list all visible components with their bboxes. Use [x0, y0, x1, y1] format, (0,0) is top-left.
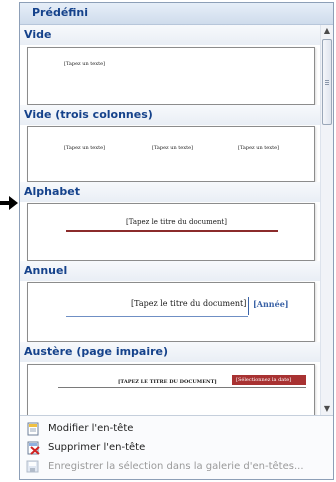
menu-item-label: Supprimer l'en-tête: [48, 442, 146, 453]
header-option-annuel[interactable]: [Tapez le titre du document] [Année]: [27, 282, 315, 342]
scroll-down-icon[interactable]: ▼: [321, 403, 333, 415]
year-divider: [248, 297, 249, 315]
placeholder-text: [Tapez un texte]: [64, 61, 105, 67]
save-selection-to-gallery-item[interactable]: Enregistrer la sélection dans la galerie…: [20, 458, 333, 477]
gallery-section-header: Prédéfini: [20, 3, 333, 25]
category-label: Vide: [24, 28, 52, 41]
date-block: [Sélectionnez la date]: [232, 375, 306, 385]
placeholder-text-right: [Tapez un texte]: [238, 145, 279, 151]
header-gallery-dropdown: Prédéfini Vide [Tapez un texte] Vide (tr…: [19, 2, 334, 480]
scroll-grip-line: [325, 82, 329, 83]
header-option-alphabet[interactable]: [Tapez le titre du document]: [27, 203, 315, 261]
scroll-grip-line: [325, 80, 329, 81]
placeholder-year: [Année]: [253, 299, 289, 309]
title-rule: [66, 230, 278, 232]
category-label: Austère (page impaire): [24, 345, 169, 358]
placeholder-title: [Tapez le titre du document]: [131, 299, 247, 308]
menu-item-label: Modifier l'en-tête: [48, 423, 134, 434]
edit-header-item[interactable]: Modifier l'en-tête: [20, 420, 333, 439]
category-label: Annuel: [24, 264, 68, 277]
header-option-vide-trois-colonnes[interactable]: [Tapez un texte] [Tapez un texte] [Tapez…: [27, 126, 315, 182]
title-rule: [58, 387, 306, 388]
save-to-gallery-icon: [26, 460, 39, 473]
placeholder-text-left: [Tapez un texte]: [64, 145, 105, 151]
placeholder-title: [Tapez le titre du document]: [126, 218, 227, 226]
header-option-austere-page-impaire[interactable]: [TAPEZ LE TITRE DU DOCUMENT] [Sélectionn…: [27, 364, 315, 415]
menu-item-label: Enregistrer la sélection dans la galerie…: [48, 461, 304, 472]
header-options-menu: Modifier l'en-tête Supprimer l'en-tête E…: [20, 415, 333, 479]
category-label: Vide (trois colonnes): [24, 108, 153, 121]
placeholder-text-center: [Tapez un texte]: [152, 145, 193, 151]
scroll-up-icon[interactable]: ▲: [321, 25, 333, 37]
scroll-thumb[interactable]: [322, 39, 332, 125]
placeholder-date: [Sélectionnez la date]: [236, 377, 292, 383]
gallery-scrollbar[interactable]: ▲ ▼: [320, 25, 333, 415]
category-label: Alphabet: [24, 185, 81, 198]
title-rule: [66, 316, 248, 317]
category-annuel: Annuel: [20, 261, 320, 281]
category-vide: Vide: [20, 25, 320, 45]
pointer-arrow-icon: [0, 196, 18, 210]
remove-header-icon: [27, 441, 40, 455]
header-gallery: Vide [Tapez un texte] Vide (trois colonn…: [20, 25, 320, 415]
scroll-grip-line: [325, 84, 329, 85]
category-austere-page-impaire: Austère (page impaire): [20, 342, 320, 362]
header-option-vide[interactable]: [Tapez un texte]: [27, 47, 315, 105]
document-edge: [0, 0, 20, 482]
edit-header-icon: [27, 422, 39, 436]
gallery-section-title: Prédéfini: [32, 6, 89, 19]
category-alphabet: Alphabet: [20, 182, 320, 202]
category-vide-trois-colonnes: Vide (trois colonnes): [20, 105, 320, 125]
placeholder-title: [TAPEZ LE TITRE DU DOCUMENT]: [118, 379, 217, 385]
remove-header-item[interactable]: Supprimer l'en-tête: [20, 439, 333, 458]
